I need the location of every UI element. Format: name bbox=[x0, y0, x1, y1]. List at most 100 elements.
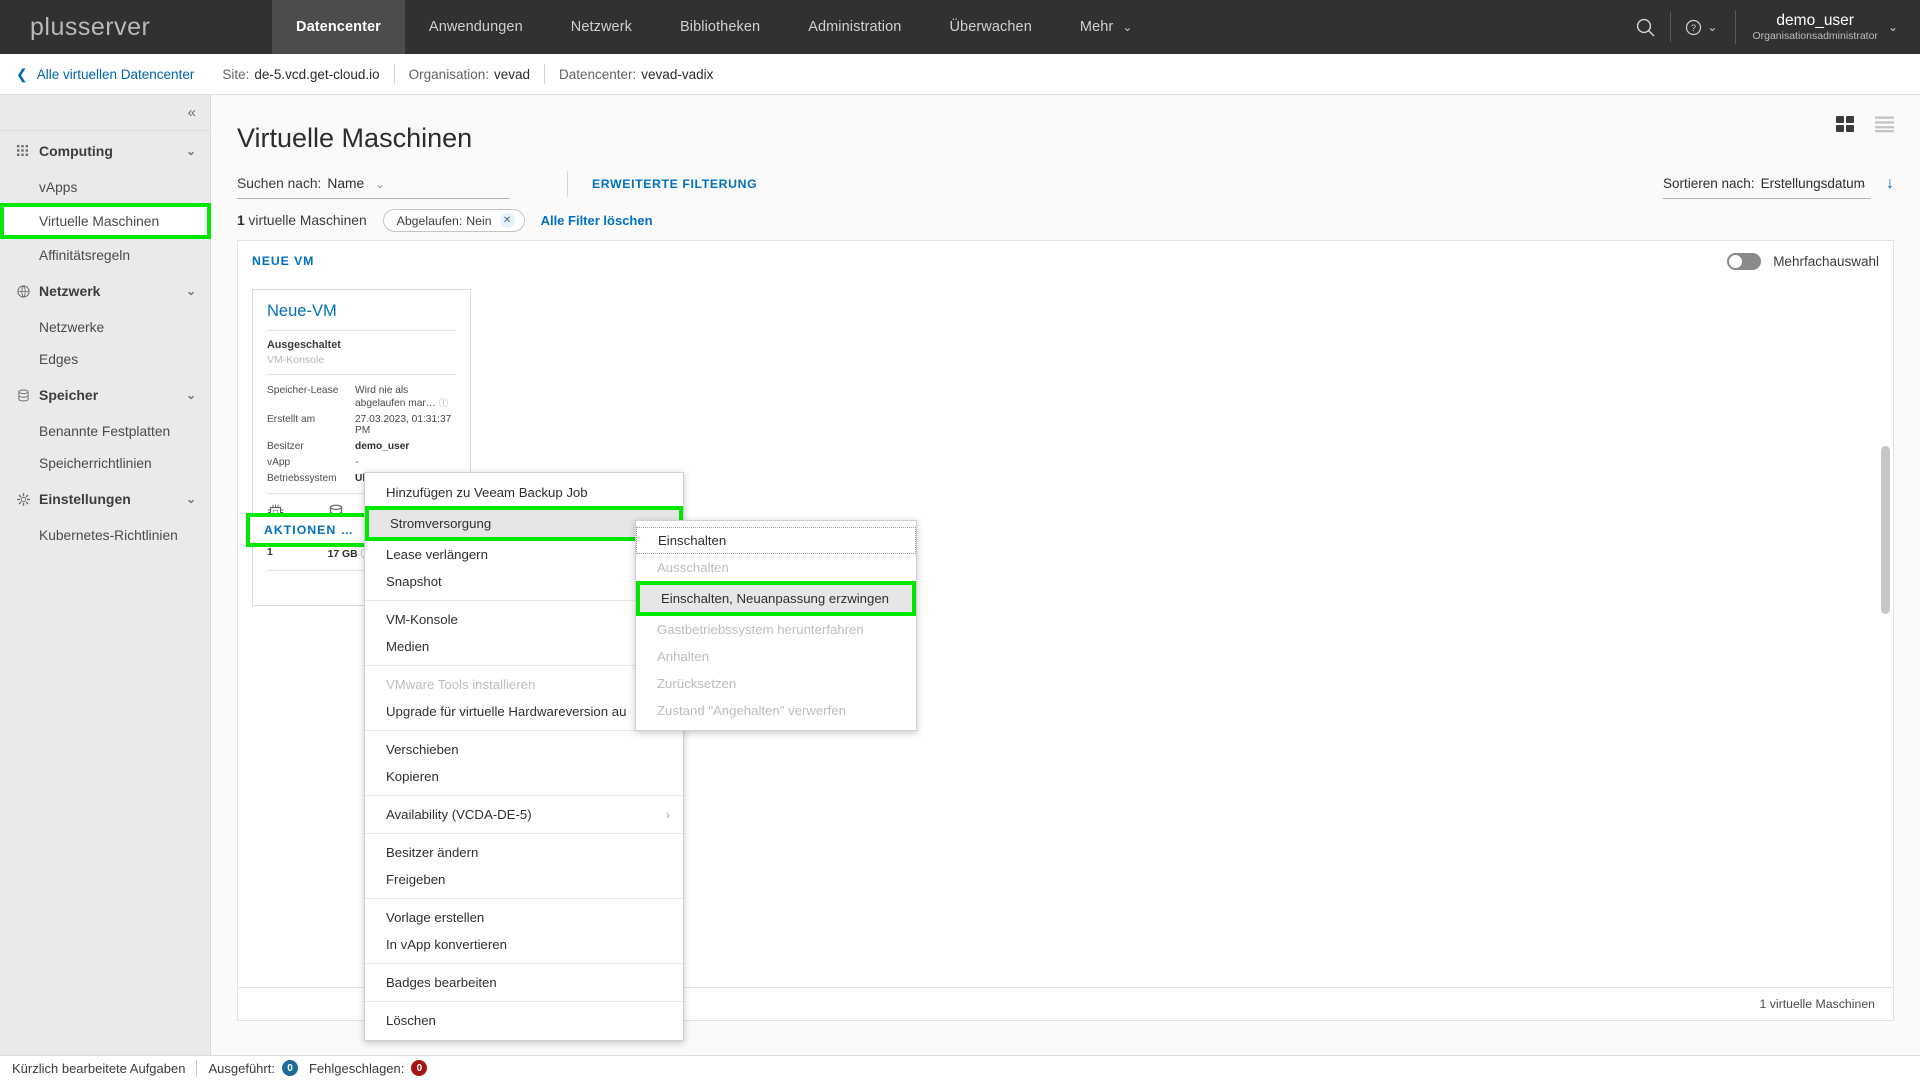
view-toggle-group bbox=[1836, 116, 1894, 133]
vm-console-link[interactable]: VM-Konsole bbox=[267, 351, 456, 374]
card-divider bbox=[267, 374, 456, 375]
actions-button[interactable]: AKTIONEN … bbox=[264, 523, 354, 537]
multiselect-toggle[interactable] bbox=[1727, 252, 1762, 270]
menu-item-vorlage-erstellen[interactable]: Vorlage erstellen bbox=[365, 904, 683, 931]
nav-item-anwendungen[interactable]: Anwendungen bbox=[405, 0, 547, 54]
menu-item-label: Badges bearbeiten bbox=[386, 975, 497, 990]
advanced-filtering-button[interactable]: ERWEITERTE FILTERUNG bbox=[592, 177, 757, 191]
sidebar-item-label: Speicherrichtlinien bbox=[39, 455, 152, 471]
breadcrumb-org-label: Organisation: bbox=[408, 66, 489, 82]
help-icon[interactable]: ? ⌄ bbox=[1675, 19, 1727, 36]
help-glyph: ? bbox=[1686, 19, 1702, 35]
new-vm-button[interactable]: NEUE VM bbox=[252, 254, 314, 268]
result-count-label: virtuelle Maschinen bbox=[244, 213, 367, 228]
nav-item-bibliotheken[interactable]: Bibliotheken bbox=[656, 0, 784, 54]
svg-text:?: ? bbox=[1691, 23, 1696, 33]
sidebar-group-speicher[interactable]: Speicher ⌄ bbox=[0, 375, 210, 415]
menu-item-loeschen[interactable]: Löschen bbox=[365, 1007, 683, 1034]
menu-item-availability[interactable]: Availability (VCDA-DE-5) › bbox=[365, 801, 683, 828]
menu-item-label: In vApp konvertieren bbox=[386, 937, 507, 952]
menu-item-label: Lease verlängern bbox=[386, 547, 488, 562]
nav-item-administration[interactable]: Administration bbox=[784, 0, 925, 54]
menu-item-besitzer-aendern[interactable]: Besitzer ändern bbox=[365, 839, 683, 866]
primary-nav-items: Datencenter Anwendungen Netzwerk Bibliot… bbox=[272, 0, 1140, 54]
user-name: demo_user bbox=[1776, 12, 1854, 30]
search-input[interactable]: Suchen nach: Name ⌄ bbox=[237, 169, 509, 199]
menu-item-kopieren[interactable]: Kopieren bbox=[365, 763, 683, 790]
menu-item-label: Kopieren bbox=[386, 769, 439, 784]
info-icon[interactable]: ⓘ bbox=[439, 396, 448, 409]
stat-value: 1 bbox=[267, 547, 273, 558]
nav-label: Datencenter bbox=[296, 19, 381, 35]
menu-item-badges-bearbeiten[interactable]: Badges bearbeiten bbox=[365, 969, 683, 996]
sidebar-collapse-button[interactable]: « bbox=[0, 95, 210, 131]
vertical-scrollbar[interactable] bbox=[1881, 446, 1890, 1080]
chevron-left-icon: ❮ bbox=[16, 65, 28, 82]
menu-pad bbox=[365, 1034, 683, 1040]
grid-view-icon[interactable] bbox=[1836, 116, 1855, 133]
nav-item-datencenter[interactable]: Datencenter bbox=[272, 0, 405, 54]
brand-logo[interactable]: plusserver bbox=[0, 0, 272, 54]
sidebar-item-benannte-festplatten[interactable]: Benannte Festplatten bbox=[0, 415, 210, 447]
search-icon[interactable] bbox=[1624, 0, 1666, 54]
menu-item-label: Upgrade für virtuelle Hardwareversion au bbox=[386, 704, 627, 719]
nav-item-netzwerk[interactable]: Netzwerk bbox=[547, 0, 656, 54]
clear-all-filters-link[interactable]: Alle Filter löschen bbox=[541, 213, 653, 228]
nav-item-mehr[interactable]: Mehr ⌄ bbox=[1056, 0, 1141, 54]
toolbar-divider bbox=[567, 171, 568, 197]
svg-text:plusserver: plusserver bbox=[30, 13, 150, 41]
back-to-all-datacenters-link[interactable]: ❮ Alle virtuellen Datencenter bbox=[0, 66, 194, 83]
menu-item-label: Availability (VCDA-DE-5) bbox=[386, 807, 532, 822]
menu-pad bbox=[636, 724, 916, 730]
user-menu[interactable]: demo_user Organisationsadministrator ⌄ bbox=[1735, 10, 1898, 44]
sidebar-group-label: Computing bbox=[39, 143, 113, 159]
submenu-item-einschalten-neuanpassung-erzwingen[interactable]: Einschalten, Neuanpassung erzwingen bbox=[640, 585, 912, 612]
sort-controls: Sortieren nach: Erstellungsdatum ⌄ ↓ bbox=[1663, 169, 1894, 199]
table-row: Speicher-Lease Wird nie als abgelaufen m… bbox=[267, 382, 456, 411]
sidebar-group-einstellungen[interactable]: Einstellungen ⌄ bbox=[0, 479, 210, 519]
status-badge-succeeded: 0 bbox=[281, 1060, 298, 1076]
sidebar-group-computing[interactable]: Computing ⌄ bbox=[0, 131, 210, 171]
menu-item-label: Stromversorgung bbox=[390, 516, 492, 531]
close-icon[interactable]: ✕ bbox=[499, 213, 515, 228]
sidebar-group-label: Einstellungen bbox=[39, 491, 131, 507]
status-badge-failed: 0 bbox=[411, 1060, 428, 1076]
menu-item-in-vapp-konvertieren[interactable]: In vApp konvertieren bbox=[365, 931, 683, 958]
user-role: Organisationsadministrator bbox=[1752, 29, 1878, 42]
menu-item-verschieben[interactable]: Verschieben bbox=[365, 736, 683, 763]
menu-item-label: Ausschalten bbox=[657, 560, 729, 575]
detail-value: demo_user bbox=[355, 440, 410, 452]
sidebar-item-speicherrichtlinien[interactable]: Speicherrichtlinien bbox=[0, 447, 210, 479]
breadcrumb-datacenter: Datencenter: vevad-vadix bbox=[545, 67, 727, 82]
chevron-down-icon: ⌄ bbox=[1857, 176, 1868, 191]
menu-item-stromversorgung[interactable]: Stromversorgung › bbox=[369, 510, 679, 537]
sidebar-item-netzwerke[interactable]: Netzwerke bbox=[0, 311, 210, 343]
menu-item-freigeben[interactable]: Freigeben bbox=[365, 866, 683, 893]
plusserver-logo-icon: plusserver bbox=[30, 13, 150, 41]
sidebar-item-kubernetes-richtlinien[interactable]: Kubernetes-Richtlinien bbox=[0, 519, 210, 551]
menu-item-label: Gastbetriebssystem herunterfahren bbox=[657, 622, 864, 637]
recent-tasks-label[interactable]: Kürzlich bearbeitete Aufgaben bbox=[12, 1061, 185, 1076]
network-icon bbox=[17, 284, 39, 298]
sidebar-item-virtuelle-maschinen[interactable]: Virtuelle Maschinen bbox=[0, 203, 211, 239]
sidebar-item-vapps[interactable]: vApps bbox=[0, 171, 210, 203]
sidebar-group-netzwerk[interactable]: Netzwerk ⌄ bbox=[0, 271, 210, 311]
menu-item-veeam-backup-job[interactable]: Hinzufügen zu Veeam Backup Job bbox=[365, 479, 683, 506]
sort-value: Erstellungsdatum bbox=[1760, 176, 1865, 191]
scrollbar-thumb[interactable] bbox=[1881, 446, 1890, 614]
filter-chip-abgelaufen: Abgelaufen: Nein ✕ bbox=[382, 209, 525, 232]
detail-key: Betriebssystem bbox=[267, 472, 337, 484]
breadcrumb: ❮ Alle virtuellen Datencenter Site: de-5… bbox=[0, 54, 1920, 95]
list-view-icon[interactable] bbox=[1875, 116, 1894, 133]
menu-item-label: Hinzufügen zu Veeam Backup Job bbox=[386, 485, 588, 500]
sort-direction-icon[interactable]: ↓ bbox=[1886, 175, 1894, 193]
detail-key: vApp bbox=[267, 456, 291, 468]
stromversorgung-submenu: Einschalten Ausschalten Einschalten, Neu… bbox=[635, 520, 917, 731]
vm-name-link[interactable]: Neue-VM bbox=[267, 302, 456, 330]
nav-item-ueberwachen[interactable]: Überwachen bbox=[925, 0, 1055, 54]
grid-glyph bbox=[17, 144, 28, 156]
sort-by-select[interactable]: Sortieren nach: Erstellungsdatum ⌄ bbox=[1663, 169, 1870, 199]
sidebar-item-edges[interactable]: Edges bbox=[0, 343, 210, 375]
submenu-item-einschalten[interactable]: Einschalten bbox=[636, 527, 916, 554]
sidebar-item-affinitaetsregeln[interactable]: Affinitätsregeln bbox=[0, 239, 210, 271]
